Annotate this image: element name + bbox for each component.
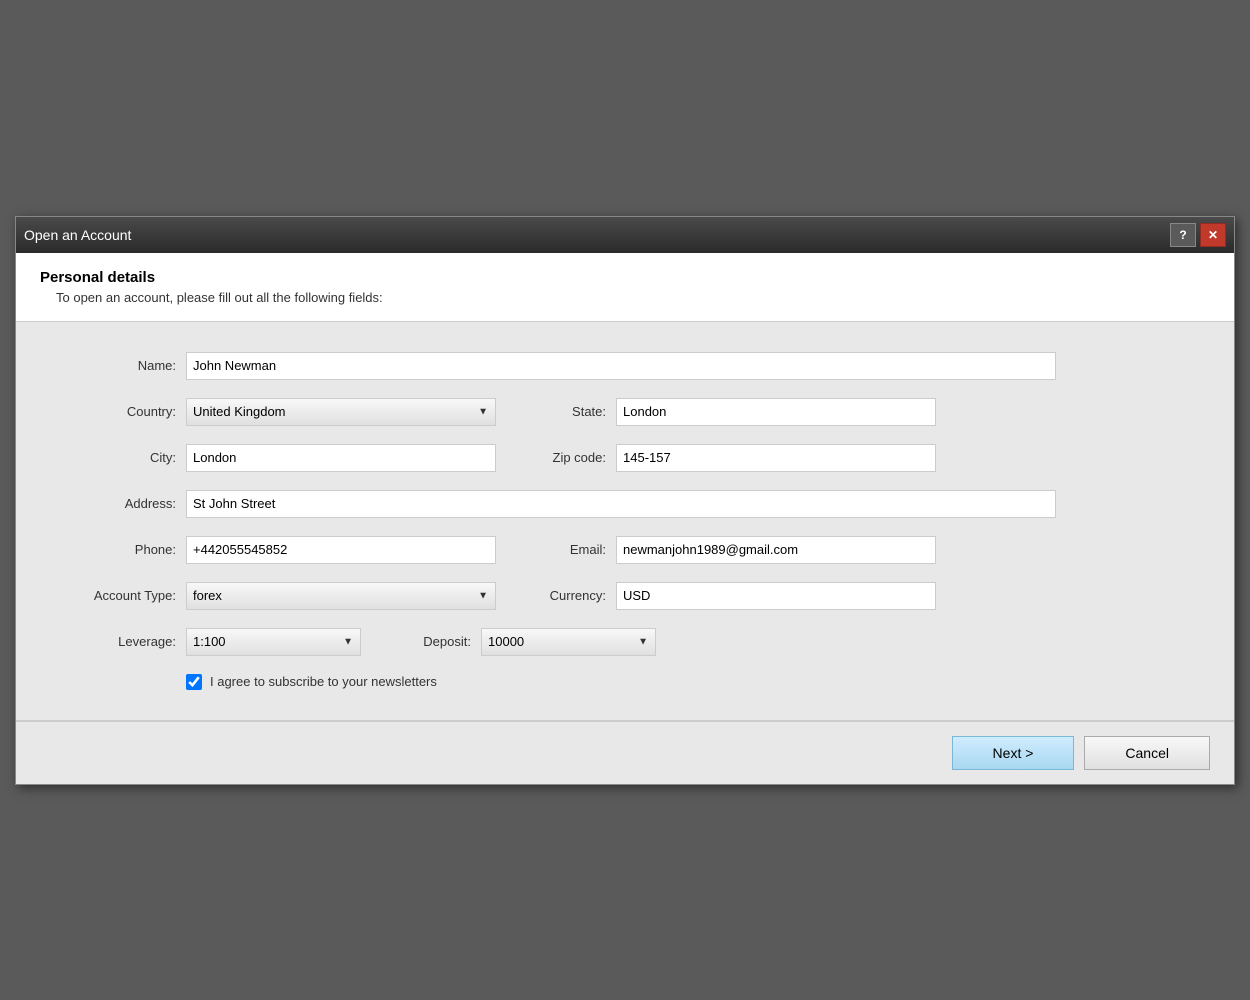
- currency-input[interactable]: [616, 582, 936, 610]
- city-zip-row: City: Zip code:: [56, 444, 1194, 472]
- title-bar-buttons: ? ✕: [1170, 223, 1226, 247]
- dialog-open-account: Open an Account ? ✕ Personal details To …: [15, 216, 1235, 785]
- zip-label: Zip code:: [526, 450, 616, 465]
- address-row: Address:: [56, 490, 1194, 518]
- cancel-button[interactable]: Cancel: [1084, 736, 1210, 770]
- dialog-title: Open an Account: [24, 227, 131, 243]
- header-title: Personal details: [40, 269, 1210, 286]
- phone-email-row: Phone: Email:: [56, 536, 1194, 564]
- leverage-select[interactable]: 1:100 1:50 1:200 1:500: [186, 628, 361, 656]
- name-label: Name:: [56, 358, 186, 373]
- email-label: Email:: [526, 542, 616, 557]
- address-input[interactable]: [186, 490, 1056, 518]
- leverage-label: Leverage:: [56, 634, 186, 649]
- next-button[interactable]: Next >: [952, 736, 1075, 770]
- header-section: Personal details To open an account, ple…: [16, 253, 1234, 322]
- country-label: Country:: [56, 404, 186, 419]
- newsletter-label: I agree to subscribe to your newsletters: [210, 674, 437, 689]
- newsletter-row: I agree to subscribe to your newsletters: [186, 674, 1194, 690]
- deposit-select[interactable]: 10000 5000 25000 50000: [481, 628, 656, 656]
- phone-input[interactable]: [186, 536, 496, 564]
- state-label: State:: [526, 404, 616, 419]
- help-button[interactable]: ?: [1170, 223, 1196, 247]
- deposit-group: Deposit: 10000 5000 25000 50000 ▼: [391, 628, 656, 656]
- state-group: State:: [526, 398, 936, 426]
- zip-group: Zip code:: [526, 444, 936, 472]
- currency-label: Currency:: [526, 588, 616, 603]
- phone-label: Phone:: [56, 542, 186, 557]
- country-select[interactable]: United Kingdom United States Germany Fra…: [186, 398, 496, 426]
- deposit-label: Deposit:: [391, 634, 481, 649]
- zip-input[interactable]: [616, 444, 936, 472]
- state-input[interactable]: [616, 398, 936, 426]
- account-type-select[interactable]: forex stocks futures: [186, 582, 496, 610]
- footer-section: Next > Cancel: [16, 721, 1234, 784]
- email-group: Email:: [526, 536, 936, 564]
- country-state-row: Country: United Kingdom United States Ge…: [56, 398, 1194, 426]
- city-input[interactable]: [186, 444, 496, 472]
- leverage-deposit-row: Leverage: 1:100 1:50 1:200 1:500 ▼ Depos…: [56, 628, 1194, 656]
- account-currency-row: Account Type: forex stocks futures ▼ Cur…: [56, 582, 1194, 610]
- account-type-label: Account Type:: [56, 588, 186, 603]
- email-input[interactable]: [616, 536, 936, 564]
- address-label: Address:: [56, 496, 186, 511]
- name-input[interactable]: [186, 352, 1056, 380]
- deposit-select-wrapper: 10000 5000 25000 50000 ▼: [481, 628, 656, 656]
- account-type-select-wrapper: forex stocks futures ▼: [186, 582, 496, 610]
- leverage-select-wrapper: 1:100 1:50 1:200 1:500 ▼: [186, 628, 361, 656]
- form-section: Name: Country: United Kingdom United Sta…: [16, 322, 1234, 720]
- name-row: Name:: [56, 352, 1194, 380]
- country-select-wrapper: United Kingdom United States Germany Fra…: [186, 398, 496, 426]
- newsletter-checkbox[interactable]: [186, 674, 202, 690]
- title-bar: Open an Account ? ✕: [16, 217, 1234, 253]
- header-subtitle: To open an account, please fill out all …: [56, 290, 1210, 305]
- city-label: City:: [56, 450, 186, 465]
- title-bar-left: Open an Account: [24, 227, 131, 243]
- currency-group: Currency:: [526, 582, 936, 610]
- close-button[interactable]: ✕: [1200, 223, 1226, 247]
